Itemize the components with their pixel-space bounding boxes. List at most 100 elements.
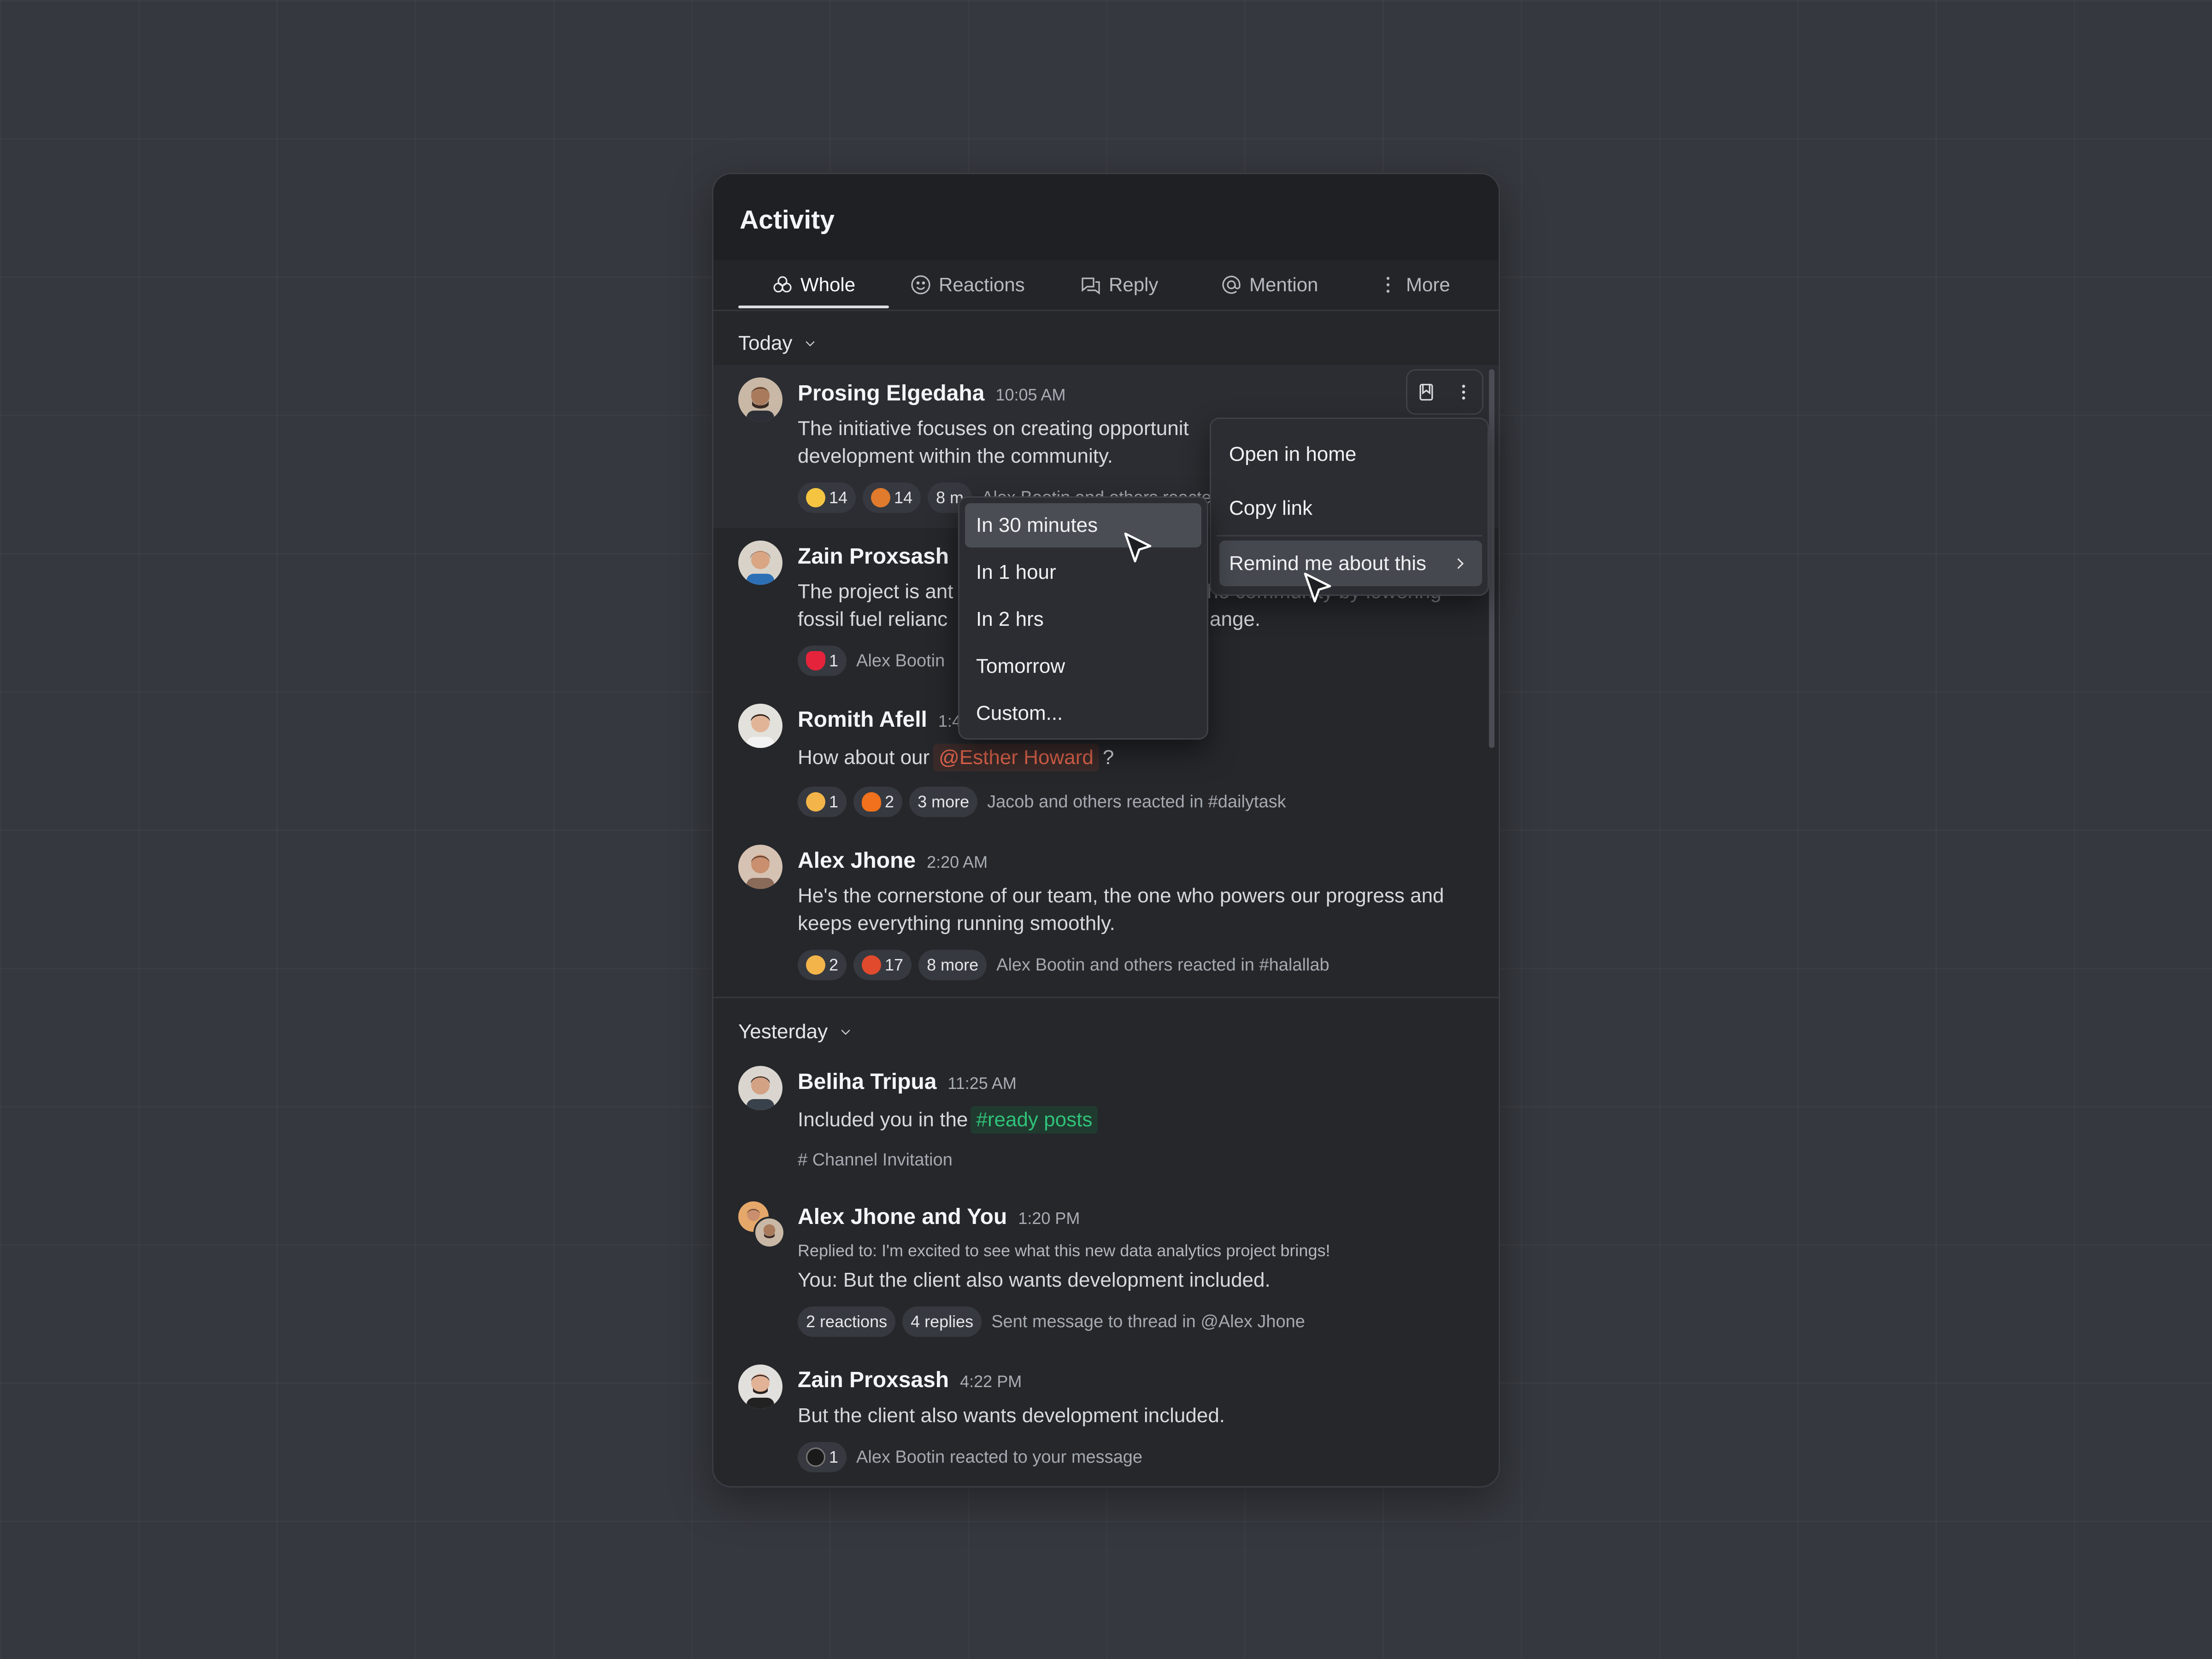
author-name: Zain Proxsash 4:22 PM bbox=[798, 1367, 1022, 1393]
reaction-chip[interactable]: 14 bbox=[863, 482, 921, 513]
fire-emoji-icon bbox=[862, 792, 882, 812]
reaction-note: Alex Bootin bbox=[856, 651, 945, 671]
thumbs-up-emoji-icon bbox=[806, 955, 825, 975]
reaction-note: Alex Bootin reacted to your message bbox=[856, 1447, 1143, 1467]
reaction-count: 14 bbox=[829, 488, 848, 507]
tab-reactions[interactable]: Reactions bbox=[910, 260, 1025, 310]
menu-item-label: Open in home bbox=[1229, 442, 1357, 465]
reaction-row: 1 Alex Bootin bbox=[798, 646, 945, 676]
submenu-item-label: In 2 hrs bbox=[976, 608, 1044, 630]
more-reactions-chip[interactable]: 3 more bbox=[909, 787, 978, 817]
reaction-chip[interactable]: 2 bbox=[853, 787, 903, 817]
message-line: He's the cornerstone of our team, the on… bbox=[798, 884, 1444, 907]
tab-whole[interactable]: Whole bbox=[771, 260, 855, 310]
timestamp: 2:20 AM bbox=[927, 853, 988, 871]
menu-item-remind-me[interactable]: Remind me about this bbox=[1219, 541, 1482, 586]
message-fragment: fossil fuel relianc bbox=[798, 608, 948, 630]
panel-header: Activity bbox=[713, 174, 1499, 260]
menu-item-copy-link[interactable]: Copy link bbox=[1211, 485, 1488, 531]
tab-mention[interactable]: Mention bbox=[1220, 260, 1318, 310]
message-text: Included you in the #ready posts bbox=[798, 1106, 1461, 1134]
tab-reply[interactable]: Reply bbox=[1080, 260, 1158, 310]
submenu-item-label: In 30 minutes bbox=[976, 514, 1098, 536]
avatar bbox=[738, 1365, 782, 1409]
message-text: But the client also wants development in… bbox=[798, 1404, 1225, 1427]
reaction-count: 2 bbox=[885, 792, 894, 811]
menu-divider bbox=[1217, 535, 1482, 536]
timestamp: 10:05 AM bbox=[995, 385, 1066, 404]
mention-tag[interactable]: @Esther Howard bbox=[933, 744, 1099, 771]
avatar bbox=[738, 704, 782, 748]
bookmark-button[interactable] bbox=[1414, 380, 1439, 405]
section-today[interactable]: Today bbox=[738, 332, 817, 355]
smile-emoji-icon bbox=[806, 488, 825, 507]
author-name: Zain Proxsash bbox=[798, 544, 949, 569]
reaction-chip[interactable]: 2 bbox=[798, 950, 847, 980]
section-divider bbox=[713, 997, 1499, 998]
author-name-text: Zain Proxsash bbox=[798, 1368, 949, 1392]
timestamp: 11:25 AM bbox=[947, 1074, 1017, 1093]
reply-icon bbox=[1082, 277, 1100, 295]
submenu-item-1-hour[interactable]: In 1 hour bbox=[965, 550, 1201, 594]
message-fragment: How about our bbox=[798, 746, 930, 769]
thread-row: 2 reactions 4 replies Sent message to th… bbox=[798, 1306, 1305, 1337]
row-actions bbox=[1406, 369, 1483, 415]
submenu-item-custom[interactable]: Custom... bbox=[965, 691, 1201, 735]
context-menu: Open in home Copy link Remind me about t… bbox=[1210, 418, 1489, 596]
tab-label: Whole bbox=[800, 274, 856, 295]
submenu-item-label: In 1 hour bbox=[976, 561, 1056, 583]
author-name-text: Alex Jhone bbox=[798, 848, 916, 873]
author-name-text: Alex Jhone and You bbox=[798, 1205, 1007, 1229]
reactions-count-chip[interactable]: 2 reactions bbox=[798, 1306, 896, 1337]
chip-label: 4 replies bbox=[911, 1312, 974, 1331]
reaction-row: 1 2 3 more Jacob and others reacted in #… bbox=[798, 787, 1286, 817]
thread-note: Sent message to thread in @Alex Jhone bbox=[991, 1312, 1305, 1331]
reaction-chip[interactable]: 1 bbox=[798, 787, 847, 817]
channel-tag[interactable]: #ready posts bbox=[971, 1106, 1098, 1134]
tab-label: Reactions bbox=[939, 274, 1025, 295]
reaction-count: 17 bbox=[885, 955, 904, 974]
page-title: Activity bbox=[740, 205, 835, 235]
menu-item-label: Copy link bbox=[1229, 496, 1312, 519]
replies-count-chip[interactable]: 4 replies bbox=[902, 1306, 982, 1337]
author-name-text: Beliha Tripua bbox=[798, 1070, 937, 1094]
submenu-item-tomorrow[interactable]: Tomorrow bbox=[965, 644, 1201, 688]
tab-more[interactable]: More bbox=[1377, 260, 1450, 310]
submenu-item-2-hrs[interactable]: In 2 hrs bbox=[965, 597, 1201, 641]
menu-item-open-in-home[interactable]: Open in home bbox=[1211, 431, 1488, 477]
reaction-chip[interactable]: 1 bbox=[798, 646, 847, 676]
tab-label: More bbox=[1406, 274, 1450, 295]
eight-ball-emoji-icon bbox=[806, 1447, 825, 1467]
reaction-count: 14 bbox=[894, 488, 913, 507]
tab-active-indicator bbox=[738, 306, 889, 308]
more-actions-button[interactable] bbox=[1451, 380, 1476, 405]
message-text: He's the cornerstone of our team, the on… bbox=[798, 882, 1461, 937]
more-reactions-chip[interactable]: 8 more bbox=[918, 950, 987, 980]
reaction-chip[interactable]: 17 bbox=[853, 950, 912, 980]
reaction-count: 2 bbox=[829, 955, 839, 974]
smile-icon bbox=[911, 275, 930, 294]
avatar bbox=[738, 541, 782, 585]
timestamp: 1:20 PM bbox=[1018, 1209, 1080, 1228]
section-yesterday-label: Yesterday bbox=[738, 1020, 828, 1043]
message-fragment: The project is ant bbox=[798, 580, 953, 603]
message-fragment: Included you in the bbox=[798, 1108, 968, 1131]
avatar bbox=[738, 845, 782, 889]
reaction-row: 1 Alex Bootin reacted to your message bbox=[798, 1442, 1142, 1472]
reaction-count: 1 bbox=[829, 651, 839, 670]
reaction-chip[interactable]: 14 bbox=[798, 482, 856, 513]
bookmark-icon bbox=[1419, 383, 1433, 400]
reaction-chip[interactable]: 1 bbox=[798, 1442, 847, 1472]
reaction-note: Alex Bootin and others reacted in #halal… bbox=[996, 955, 1330, 975]
channel-invitation-label: # Channel Invitation bbox=[798, 1150, 953, 1170]
author-name: Alex Jhone 2:20 AM bbox=[798, 848, 988, 873]
section-today-label: Today bbox=[738, 332, 793, 354]
author-name: Beliha Tripua 11:25 AM bbox=[798, 1069, 1017, 1094]
scrollbar[interactable] bbox=[1489, 369, 1494, 748]
submenu-item-30-minutes[interactable]: In 30 minutes bbox=[965, 503, 1201, 547]
heart-emoji-icon bbox=[806, 651, 825, 671]
avatar bbox=[738, 377, 782, 422]
message-text: You: But the client also wants developme… bbox=[798, 1269, 1271, 1291]
section-yesterday[interactable]: Yesterday bbox=[738, 1020, 853, 1043]
flexed-biceps-emoji-icon bbox=[806, 792, 825, 812]
